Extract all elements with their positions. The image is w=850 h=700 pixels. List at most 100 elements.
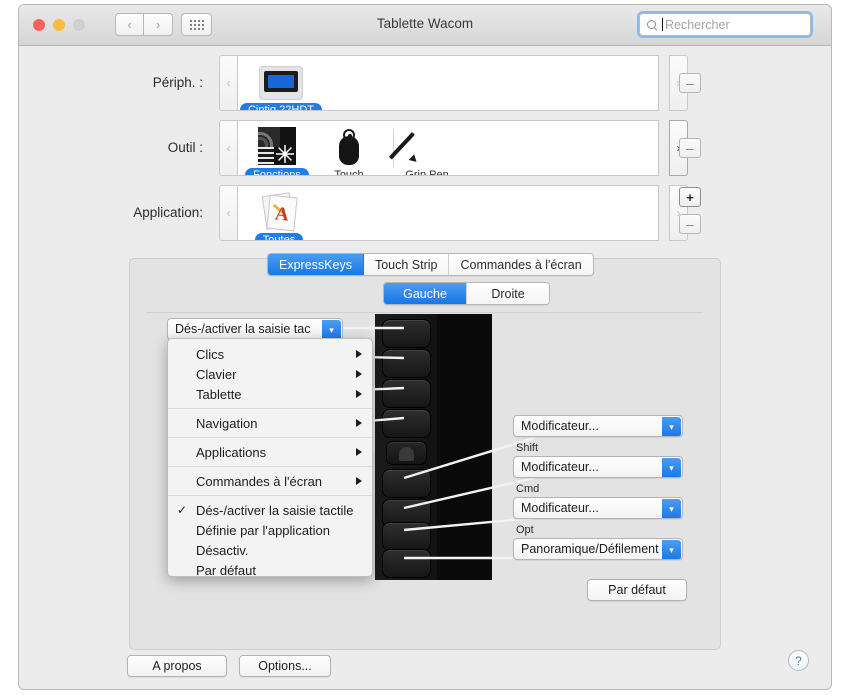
menu-item-clavier[interactable]: Clavier <box>168 364 372 384</box>
function-dropdown-menu[interactable]: Clics Clavier Tablette Navigation Applic… <box>167 338 373 580</box>
menu-item-label: Applications <box>196 444 267 460</box>
touch-ring-rocker[interactable] <box>387 442 426 464</box>
about-button[interactable]: A propos <box>127 655 227 677</box>
chevron-right-icon <box>356 448 362 456</box>
menu-item-clics[interactable]: Clics <box>168 344 372 364</box>
preferences-window: ‹ › Tablette Wacom Rechercher Périph. : <box>18 4 832 690</box>
menu-item-app-defined[interactable]: Définie par l'application <box>168 520 372 540</box>
expresskey-4[interactable] <box>383 410 430 437</box>
search-input[interactable]: Rechercher <box>639 13 811 36</box>
touch-icon <box>336 127 362 165</box>
list-item[interactable]: A Toutes <box>242 192 316 240</box>
tool-prev-button[interactable]: ‹ <box>219 120 238 176</box>
menu-item-tablette[interactable]: Tablette <box>168 384 372 404</box>
list-item-label: Touch <box>334 169 364 176</box>
expresskey-2[interactable] <box>383 350 430 377</box>
expresskey-3[interactable] <box>383 380 430 407</box>
menu-item-label: Commandes à l'écran <box>196 473 323 489</box>
expresskey-function-popup-button[interactable]: Dés-/activer la saisie tac ▾ <box>167 318 343 340</box>
side-segmented-control: Gauche Droite <box>383 282 550 305</box>
key-function-dropdown-1[interactable]: Modificateur... ▾ <box>513 415 683 437</box>
key-function-dropdown-3[interactable]: Modificateur... ▾ <box>513 497 683 519</box>
chevron-down-icon[interactable]: ▾ <box>662 417 681 436</box>
menu-item-label: Désactiv. <box>196 542 249 558</box>
menu-item-screen-controls[interactable]: Commandes à l'écran <box>168 471 372 491</box>
chevron-right-icon <box>356 419 362 427</box>
device-row: ‹ Cintiq 22HDT <box>219 55 659 111</box>
list-item-label: Cintiq 22HDT <box>239 103 323 110</box>
expresskey-8[interactable] <box>383 550 430 577</box>
help-button[interactable]: ? <box>788 650 809 671</box>
chevron-down-icon[interactable]: ▾ <box>662 540 681 559</box>
expresskey-1[interactable] <box>383 320 430 347</box>
segment-gauche[interactable]: Gauche <box>384 283 467 304</box>
monitor-icon <box>259 62 303 100</box>
application-icon: A <box>259 192 299 232</box>
list-item-label: Fonctions <box>245 168 309 175</box>
expresskey-7[interactable] <box>383 523 430 550</box>
popup-button-label: Dés-/activer la saisie tac <box>175 322 311 336</box>
menu-item-disabled[interactable]: Désactiv. <box>168 540 372 560</box>
menu-item-applications[interactable]: Applications <box>168 442 372 462</box>
menu-item-label: Clavier <box>196 366 237 382</box>
application-remove-button[interactable]: – <box>679 214 701 234</box>
menu-item-label: Dés-/activer la saisie tactile <box>196 502 354 518</box>
list-item[interactable]: Cintiq 22HDT <box>239 62 323 110</box>
list-item[interactable]: Touch <box>312 127 386 176</box>
tab-expresskeys[interactable]: ExpressKeys <box>268 254 364 275</box>
device-remove-button[interactable]: – <box>679 73 701 93</box>
tool-remove-button[interactable]: – <box>679 138 701 158</box>
checkmark-icon: ✓ <box>177 503 188 517</box>
menu-item-label: Par défaut <box>196 562 256 578</box>
tool-well[interactable]: Fonctions Touch Grip Pen <box>238 120 659 176</box>
list-item-label: Grip Pen <box>405 169 449 176</box>
application-row: ‹ A Toutes <box>219 185 659 241</box>
device-prev-button[interactable]: ‹ <box>219 55 238 111</box>
key-function-dropdown-2[interactable]: Modificateur... ▾ <box>513 456 683 478</box>
tab-screen-controls[interactable]: Commandes à l'écran <box>449 254 593 275</box>
chevron-down-icon[interactable]: ▾ <box>322 320 341 339</box>
menu-item-label: Navigation <box>196 415 258 431</box>
segment-droite[interactable]: Droite <box>467 283 549 304</box>
list-item-label: Toutes <box>254 233 304 240</box>
menu-item-label: Définie par l'application <box>196 522 331 538</box>
expresskey-5[interactable] <box>383 470 430 497</box>
chevron-down-icon[interactable]: ▾ <box>662 499 681 518</box>
chevron-right-icon <box>356 477 362 485</box>
menu-separator <box>168 466 372 467</box>
menu-separator <box>168 495 372 496</box>
list-item[interactable]: Fonctions <box>240 127 314 175</box>
tab-touch-strip[interactable]: Touch Strip <box>363 254 450 275</box>
application-well[interactable]: A Toutes <box>238 185 659 241</box>
chevron-right-icon <box>356 350 362 358</box>
chevron-right-icon <box>356 390 362 398</box>
dropdown-value: Modificateur... <box>521 501 599 515</box>
device-well[interactable]: Cintiq 22HDT <box>238 55 659 111</box>
search-icon <box>646 19 658 31</box>
key-function-dropdown-4[interactable]: Panoramique/Défilement ▾ <box>513 538 683 560</box>
application-add-button[interactable]: + <box>679 187 701 207</box>
pen-icon <box>388 127 445 165</box>
tool-row: ‹ Fonctions Touch Grip Pen <box>219 120 659 176</box>
chevron-down-icon[interactable]: ▾ <box>662 458 681 477</box>
menu-item-toggle-touch[interactable]: ✓ Dés-/activer la saisie tactile <box>168 500 372 520</box>
key-caption-2: Cmd <box>516 483 540 495</box>
menu-item-label: Clics <box>196 346 225 362</box>
menu-item-default[interactable]: Par défaut <box>168 560 372 580</box>
application-row-label: Application: <box>133 205 203 220</box>
defaults-button[interactable]: Par défaut <box>587 579 687 601</box>
panel-divider <box>147 312 703 313</box>
settings-tabs: ExpressKeys Touch Strip Commandes à l'éc… <box>267 253 594 276</box>
chevron-right-icon <box>356 370 362 378</box>
options-button[interactable]: Options... <box>239 655 331 677</box>
dropdown-value: Panoramique/Défilement <box>521 542 659 556</box>
application-prev-button[interactable]: ‹ <box>219 185 238 241</box>
tablet-expresskeys-illustration <box>369 314 492 580</box>
menu-separator <box>168 408 372 409</box>
window-titlebar: ‹ › Tablette Wacom Rechercher <box>19 5 831 46</box>
key-caption-3: Opt <box>516 524 534 536</box>
menu-item-navigation[interactable]: Navigation <box>168 413 372 433</box>
dropdown-value: Modificateur... <box>521 460 599 474</box>
search-placeholder: Rechercher <box>665 17 730 32</box>
list-item[interactable]: Grip Pen <box>388 127 464 176</box>
